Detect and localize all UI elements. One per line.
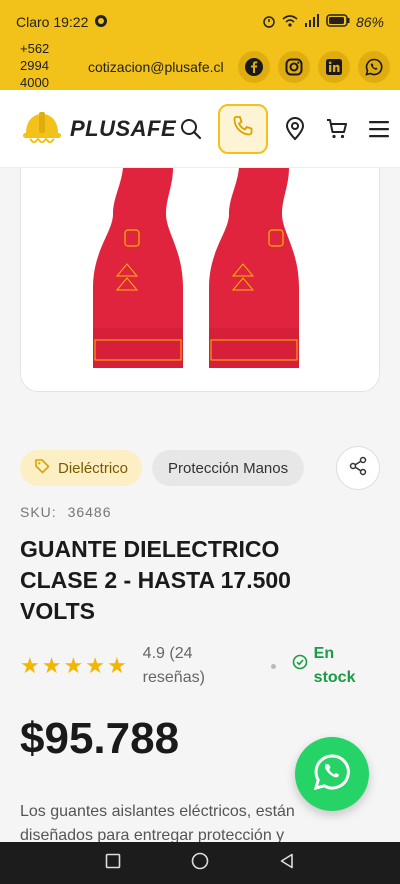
site-header: PLUSAFE	[0, 90, 400, 168]
star-icon: ★	[63, 653, 84, 678]
sku-label: SKU:	[20, 504, 57, 520]
back-icon[interactable]	[279, 853, 295, 874]
hardhat-logo-icon	[22, 109, 62, 148]
sku-value: 36486	[67, 504, 112, 520]
share-icon	[348, 456, 368, 481]
stock-status: En stock	[292, 642, 364, 690]
tag-dielectrico[interactable]: Dieléctrico	[20, 450, 143, 486]
wifi-icon	[282, 14, 298, 31]
alarm-icon	[262, 14, 276, 31]
stock-label: En stock	[313, 645, 356, 686]
phone-icon	[231, 114, 255, 143]
instagram-icon[interactable]	[278, 51, 310, 83]
phone-number[interactable]: +562 2994 4000	[20, 40, 70, 91]
linkedin-icon[interactable]	[318, 51, 350, 83]
search-icon[interactable]	[176, 114, 206, 144]
star-icon: ★	[85, 653, 105, 678]
cart-icon[interactable]	[322, 114, 352, 144]
whatsapp-float-button[interactable]	[295, 737, 369, 811]
carrier-time: Claro 19:22	[16, 14, 89, 30]
system-nav-bar	[0, 842, 400, 884]
battery-level: 86%	[355, 14, 384, 30]
call-button[interactable]	[218, 103, 269, 154]
signal-icon	[304, 13, 320, 31]
product-price: $95.788	[20, 714, 180, 763]
whatsapp-icon	[313, 753, 351, 796]
glove-right	[209, 168, 299, 368]
rating-reviews-link[interactable]: 4.9 (24 reseñas)	[143, 642, 253, 690]
separator-dot	[270, 663, 276, 669]
star-icon: ★	[20, 653, 40, 678]
product-description: Los guantes aislantes eléctricos, están …	[20, 803, 295, 844]
battery-icon	[326, 14, 350, 30]
menu-icon[interactable]	[364, 114, 394, 144]
home-icon[interactable]	[191, 852, 209, 875]
rating-row: ★ ★ ★ ★ ★ 4.9 (24 reseñas) En stock	[20, 642, 380, 690]
location-pin-icon[interactable]	[280, 114, 310, 144]
glove-left	[93, 168, 183, 368]
product-title: GUANTE DIELECTRICO CLASE 2 - HASTA 17.50…	[20, 536, 291, 624]
logo[interactable]: PLUSAFE	[22, 109, 176, 148]
star-rating: ★ ★ ★ ★ ★	[20, 653, 127, 679]
star-icon: ★	[106, 653, 127, 678]
recent-apps-icon[interactable]	[105, 853, 121, 874]
social-links	[238, 51, 390, 83]
whatsapp-icon[interactable]	[358, 51, 390, 83]
star-icon: ★	[41, 653, 62, 678]
sku: SKU: 36486	[20, 504, 112, 520]
product-image[interactable]	[20, 168, 380, 392]
share-button[interactable]	[336, 446, 380, 490]
logo-text: PLUSAFE	[70, 115, 177, 141]
product-tags: Dieléctrico Protección Manos	[20, 446, 380, 490]
contact-topbar: +562 2994 4000 cotizacion@plusafe.cl	[0, 41, 400, 90]
tag-proteccion-manos[interactable]: Protección Manos	[152, 450, 305, 486]
check-circle-icon	[292, 654, 308, 678]
tag-dielectrico-label: Dieléctrico	[58, 459, 129, 477]
app-notification-icon	[94, 14, 108, 31]
status-bar: Claro 19:22 86%	[0, 0, 400, 44]
tag-icon	[34, 458, 50, 478]
facebook-icon[interactable]	[238, 51, 270, 83]
contact-email[interactable]: cotizacion@plusafe.cl	[88, 59, 224, 75]
